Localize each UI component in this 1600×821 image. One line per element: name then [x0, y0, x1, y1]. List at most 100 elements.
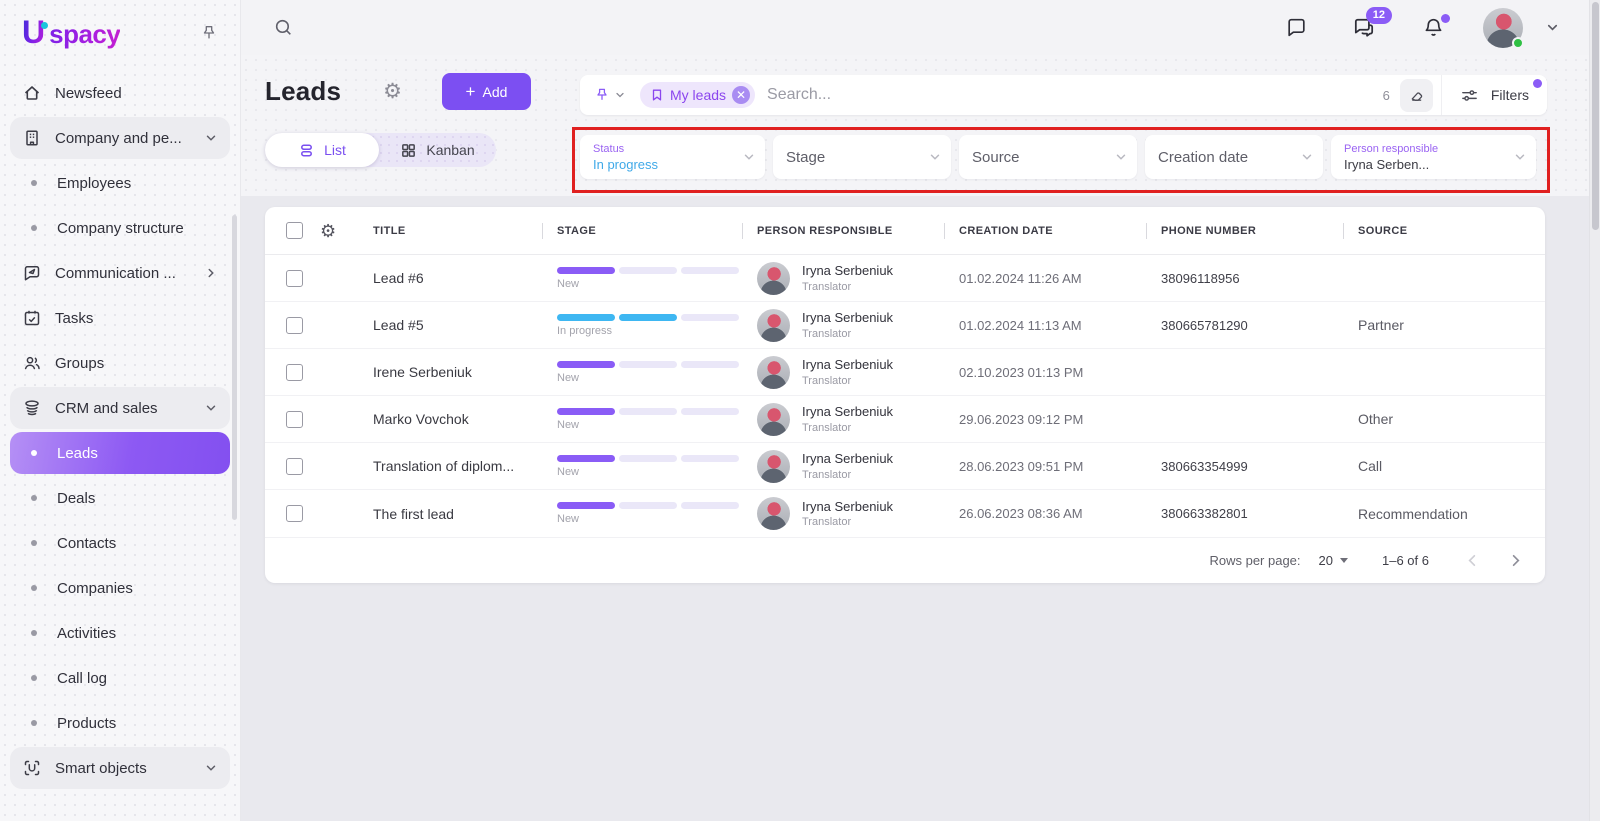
my-leads-filter-chip[interactable]: My leads ✕	[640, 82, 755, 108]
person-avatar[interactable]	[757, 403, 790, 436]
main-area: 12 Leads ⚙ +	[241, 0, 1600, 821]
lead-title[interactable]: Lead #6	[358, 270, 542, 286]
sidebar-item-employees[interactable]: Employees	[10, 162, 230, 204]
table-footer: Rows per page: 20 1–6 of 6	[265, 537, 1545, 583]
filter-label: Status	[593, 143, 739, 155]
sidebar-item-contacts[interactable]: Contacts	[10, 522, 230, 564]
sidebar-item-products[interactable]: Products	[10, 702, 230, 744]
rows-per-page-select[interactable]: 20	[1319, 553, 1348, 568]
source-value: Recommendation	[1343, 506, 1545, 522]
filters-button[interactable]: Filters	[1441, 75, 1547, 115]
sidebar-pin-icon[interactable]	[200, 24, 218, 42]
add-button[interactable]: + Add	[442, 73, 531, 110]
table-row[interactable]: The first lead New Iryna Serbeniuk Trans…	[265, 490, 1545, 537]
bullet-icon	[31, 495, 37, 501]
bullet-icon	[31, 720, 37, 726]
lead-title[interactable]: Lead #5	[358, 317, 542, 333]
filter-status[interactable]: StatusIn progress	[580, 135, 765, 179]
source-value: Partner	[1343, 317, 1545, 333]
stage-label: New	[557, 419, 742, 431]
leads-settings-gear-icon[interactable]: ⚙	[383, 81, 402, 102]
person-avatar[interactable]	[757, 356, 790, 389]
sliders-icon	[1460, 86, 1479, 105]
comment-icon[interactable]	[1285, 16, 1308, 39]
filter-source[interactable]: Source	[959, 135, 1137, 179]
row-checkbox[interactable]	[286, 411, 303, 428]
sidebar-item-crm-and-sales[interactable]: CRM and sales	[10, 387, 230, 429]
lead-title[interactable]: Irene Serbeniuk	[358, 364, 542, 380]
chip-remove-icon[interactable]: ✕	[732, 86, 750, 104]
sidebar-item-deals[interactable]: Deals	[10, 477, 230, 519]
row-checkbox[interactable]	[286, 270, 303, 287]
table-row[interactable]: Translation of diplom... New Iryna Serbe…	[265, 443, 1545, 490]
stage-label: New	[557, 372, 742, 384]
bullet-icon	[31, 630, 37, 636]
row-checkbox[interactable]	[286, 458, 303, 475]
sidebar-scrollbar[interactable]	[232, 215, 237, 520]
phone-number: 380663382801	[1146, 506, 1343, 521]
filter-person-responsible[interactable]: Person responsibleIryna Serben...	[1331, 135, 1536, 179]
sidebar-item-companies[interactable]: Companies	[10, 567, 230, 609]
building-icon	[22, 128, 42, 148]
table-row[interactable]: Lead #5 In progress Iryna Serbeniuk Tran…	[265, 302, 1545, 349]
sidebar-item-smart-objects[interactable]: Smart objects	[10, 747, 230, 789]
table-row[interactable]: Lead #6 New Iryna Serbeniuk Translator 0…	[265, 255, 1545, 302]
next-page-icon[interactable]	[1508, 553, 1523, 568]
select-all-checkbox[interactable]	[286, 222, 303, 239]
table-row[interactable]: Marko Vovchok New Iryna Serbeniuk Transl…	[265, 396, 1545, 443]
sidebar-item-tasks[interactable]: Tasks	[10, 297, 230, 339]
sidebar-item-label: Company and pe...	[55, 130, 204, 147]
table-settings-gear-icon[interactable]: ⚙	[320, 222, 358, 240]
sidebar-item-newsfeed[interactable]: Newsfeed	[10, 72, 230, 114]
clear-search-eraser-icon[interactable]	[1400, 79, 1433, 112]
lead-title[interactable]: Marko Vovchok	[358, 411, 542, 427]
sidebar-item-call-log[interactable]: Call log	[10, 657, 230, 699]
sidebar-item-leads[interactable]: Leads	[10, 432, 230, 474]
column-header-creation-date[interactable]: CREATION DATE	[944, 225, 1146, 237]
filter-label: Source	[972, 149, 1111, 166]
sidebar-item-company-and-people[interactable]: Company and pe...	[10, 117, 230, 159]
chevron-down-icon	[1114, 150, 1128, 164]
sidebar-item-groups[interactable]: Groups	[10, 342, 230, 384]
column-header-title[interactable]: TITLE	[358, 225, 542, 237]
column-header-person-responsible[interactable]: PERSON RESPONSIBLE	[742, 225, 944, 237]
lead-title[interactable]: The first lead	[358, 506, 542, 522]
person-avatar[interactable]	[757, 309, 790, 342]
groups-icon	[22, 353, 42, 373]
person-name: Iryna Serbeniuk	[802, 403, 893, 421]
user-avatar[interactable]	[1483, 8, 1523, 48]
row-checkbox[interactable]	[286, 317, 303, 334]
tab-kanban-view[interactable]: Kanban	[379, 142, 496, 159]
column-header-phone-number[interactable]: PHONE NUMBER	[1146, 225, 1343, 237]
row-checkbox[interactable]	[286, 505, 303, 522]
person-avatar[interactable]	[757, 262, 790, 295]
lead-title[interactable]: Translation of diplom...	[358, 458, 542, 474]
row-checkbox[interactable]	[286, 364, 303, 381]
filter-stage[interactable]: Stage	[773, 135, 951, 179]
creation-date: 02.10.2023 01:13 PM	[944, 365, 1146, 380]
column-header-source[interactable]: SOURCE	[1343, 225, 1545, 237]
search-input[interactable]	[755, 86, 1383, 104]
sidebar-item-activities[interactable]: Activities	[10, 612, 230, 654]
person-cell: Iryna Serbeniuk Translator	[742, 356, 944, 389]
table-row[interactable]: Irene Serbeniuk New Iryna Serbeniuk Tran…	[265, 349, 1545, 396]
sidebar-item-communication[interactable]: Communication ...	[10, 252, 230, 294]
stage-segment	[557, 502, 615, 509]
page-scrollbar[interactable]	[1589, 0, 1600, 821]
uspacy-logo[interactable]: Uspacy	[22, 16, 120, 50]
profile-chevron-down-icon[interactable]	[1545, 20, 1560, 35]
person-avatar[interactable]	[757, 497, 790, 530]
page-scrollbar-thumb[interactable]	[1592, 2, 1599, 230]
chats-icon[interactable]: 12	[1352, 16, 1376, 40]
previous-page-icon[interactable]	[1465, 553, 1480, 568]
stage-segment	[681, 455, 739, 462]
person-avatar[interactable]	[757, 450, 790, 483]
filter-creation-date[interactable]: Creation date	[1145, 135, 1323, 179]
column-header-stage[interactable]: STAGE	[542, 225, 742, 237]
sidebar-header: Uspacy	[0, 0, 240, 60]
saved-search-pin-icon[interactable]	[580, 87, 636, 103]
sidebar-item-company-structure[interactable]: Company structure	[10, 207, 230, 249]
bell-icon[interactable]	[1422, 16, 1445, 39]
global-search-icon[interactable]	[273, 17, 294, 38]
tab-list-view[interactable]: List	[265, 133, 379, 167]
